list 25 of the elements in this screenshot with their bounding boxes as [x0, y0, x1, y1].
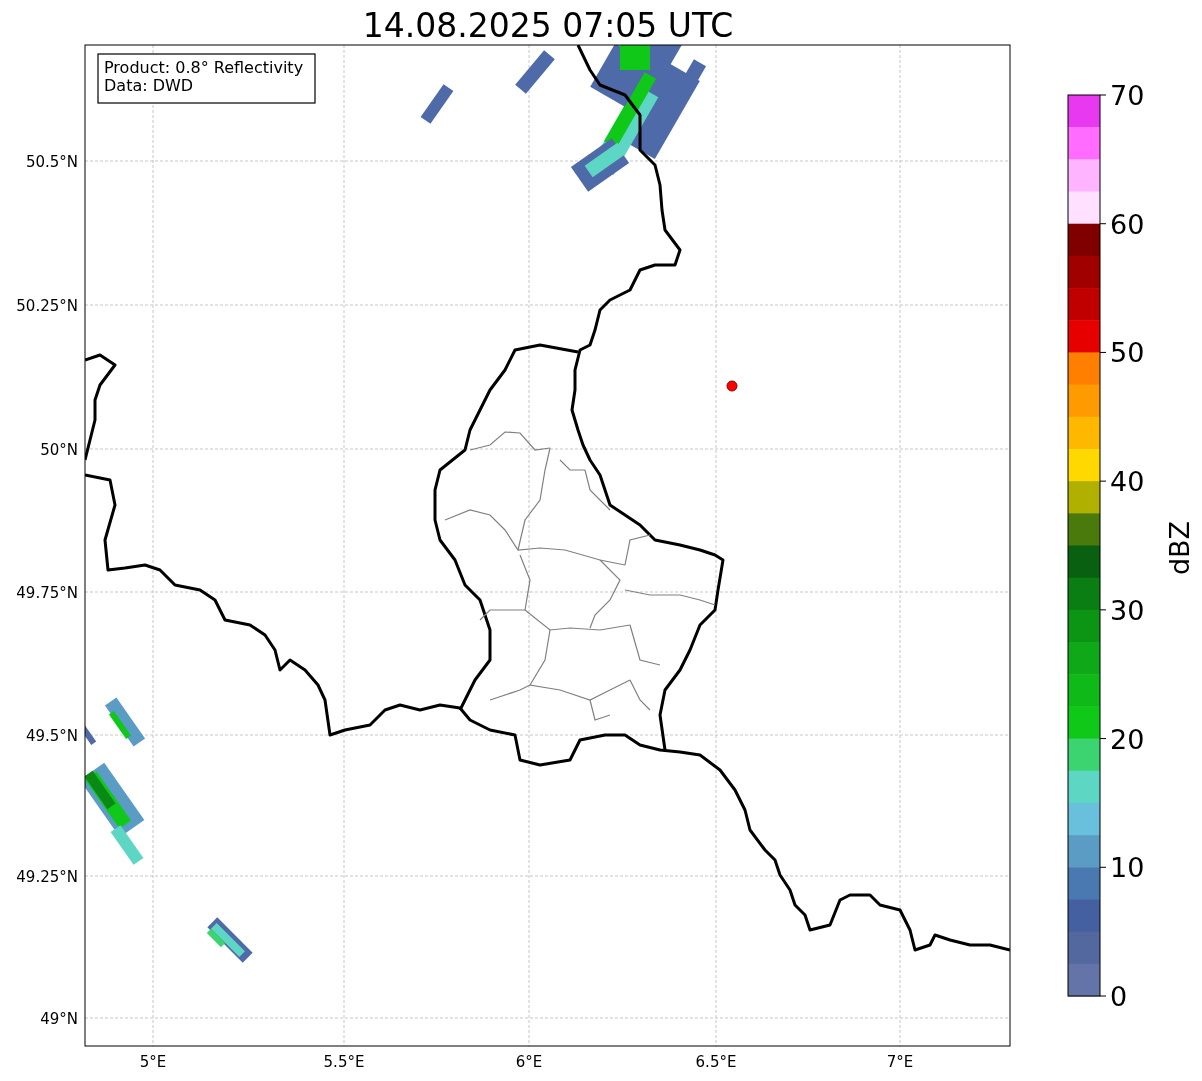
- latitude-label: 50.5°N: [25, 153, 78, 171]
- latitude-label: 49°N: [40, 1010, 78, 1028]
- colorbar-tick-label: 50: [1110, 337, 1145, 369]
- latitude-label: 49.25°N: [16, 868, 78, 886]
- colorbar-tick-label: 70: [1110, 80, 1145, 111]
- latitude-label: 49.75°N: [16, 584, 78, 602]
- info-text: Data: DWD: [104, 76, 194, 95]
- longitude-label: 5°E: [139, 1053, 167, 1071]
- longitude-label: 6.5°E: [695, 1053, 737, 1071]
- latitude-label: 49.5°N: [25, 727, 78, 745]
- colorbar-tick-label: 60: [1110, 208, 1145, 240]
- latitude-label: 50°N: [40, 441, 78, 459]
- colorbar-tick-label: 20: [1110, 723, 1145, 755]
- info-text: Product: 0.8° Reflectivity: [104, 58, 304, 77]
- location-marker: [726, 380, 738, 392]
- longitude-label: 6°E: [515, 1053, 543, 1071]
- colorbar-tick-label: 10: [1110, 852, 1145, 884]
- chart-title: 14.08.2025 07:05 UTC: [362, 6, 734, 45]
- latitude-label: 50.25°N: [16, 297, 78, 315]
- colorbar-tick-label: 0: [1110, 981, 1128, 1012]
- colorbar-tick-label: 30: [1110, 594, 1145, 626]
- colorbar-tick-label: 40: [1110, 466, 1145, 498]
- longitude-label: 7°E: [886, 1053, 914, 1071]
- longitude-label: 5.5°E: [323, 1053, 365, 1071]
- colorbar-label: dBZ: [1164, 520, 1195, 576]
